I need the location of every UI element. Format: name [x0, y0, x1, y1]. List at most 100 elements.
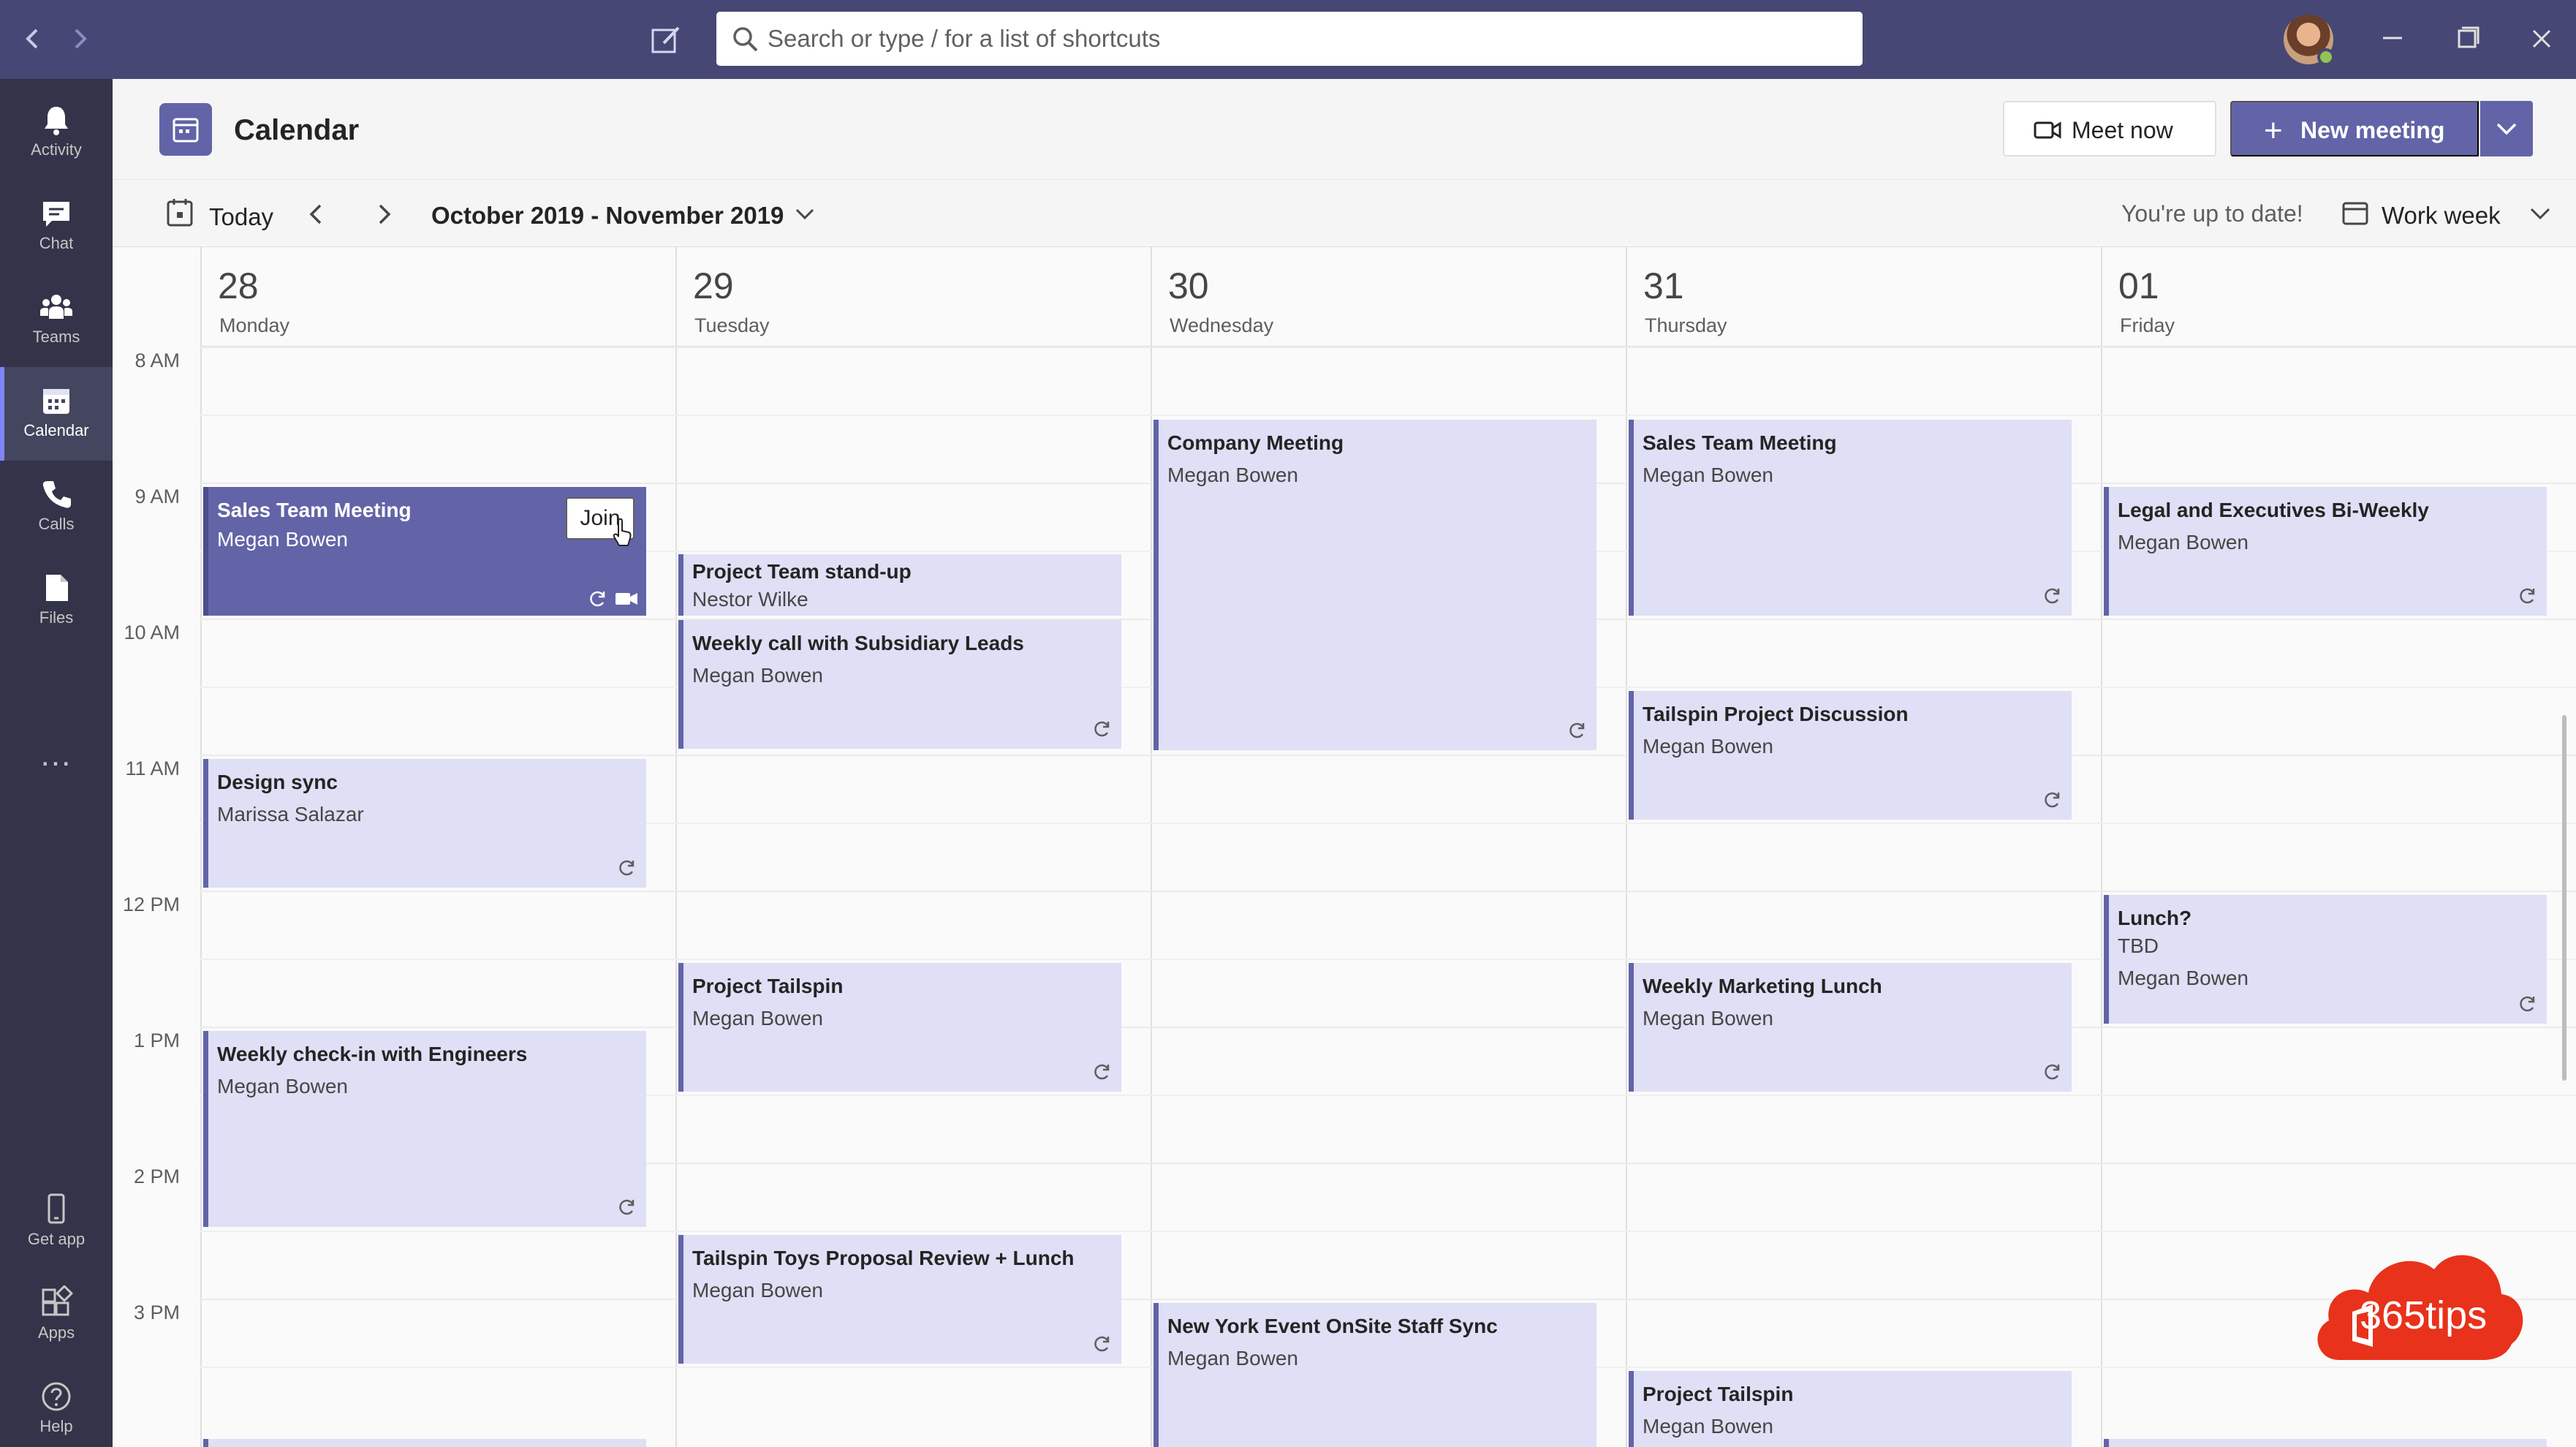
event-organizer: Marissa Salazar: [217, 803, 364, 825]
time-label: 8 AM: [135, 350, 180, 371]
event-project-tailspin-thursday[interactable]: Project Tailspin Megan Bowen: [1629, 1371, 2072, 1447]
day-number: 30: [1168, 265, 1209, 306]
rail-item-apps[interactable]: Apps: [0, 1269, 113, 1363]
calendar-view-icon: [2342, 202, 2368, 225]
teams-icon: [40, 295, 72, 319]
maximize-icon[interactable]: [2441, 16, 2493, 63]
event-partial[interactable]: [203, 1439, 646, 1447]
close-icon[interactable]: [2516, 16, 2567, 63]
rail-item-activity[interactable]: Activity: [0, 86, 113, 180]
view-selector[interactable]: Work week: [2341, 196, 2553, 233]
avatar[interactable]: [2284, 15, 2335, 66]
rail-item-calls[interactable]: Calls: [0, 461, 113, 554]
previous-week-icon[interactable]: [298, 196, 335, 233]
rail-item-chat[interactable]: Chat: [0, 180, 113, 273]
day-name: Tuesday: [694, 314, 770, 336]
event-organizer: Megan Bowen: [217, 1075, 349, 1097]
rail-item-help[interactable]: Help: [0, 1363, 113, 1447]
event-title: Tailspin Project Discussion: [1643, 703, 1909, 725]
event-partial[interactable]: [2104, 1439, 2547, 1447]
calendar-icon: [43, 389, 69, 414]
chevron-down-icon[interactable]: [792, 202, 817, 227]
event-new-york-onsite-staff-sync[interactable]: New York Event OnSite Staff Sync Megan B…: [1153, 1303, 1596, 1447]
event-title: Weekly call with Subsidiary Leads: [692, 632, 1024, 654]
search-box[interactable]: [716, 12, 1863, 66]
event-organizer: Nestor Wilke: [692, 588, 808, 611]
event-organizer: Megan Bowen: [692, 1279, 824, 1301]
today-label: Today: [209, 203, 274, 230]
time-label: 11 AM: [125, 757, 180, 779]
minimize-icon[interactable]: [2367, 16, 2418, 63]
event-weekly-call-subsidiary-leads[interactable]: Weekly call with Subsidiary Leads Megan …: [678, 620, 1121, 749]
event-design-sync[interactable]: Design sync Marissa Salazar: [203, 759, 646, 888]
event-location: TBD: [2118, 934, 2159, 957]
event-organizer: Megan Bowen: [1643, 1007, 1774, 1029]
event-sales-team-meeting[interactable]: Sales Team Meeting Megan Bowen Join: [203, 487, 646, 616]
column-divider: [200, 247, 202, 1447]
compose-icon[interactable]: [649, 23, 690, 57]
search-input[interactable]: [768, 19, 1827, 58]
day-header-monday: 28 Monday: [202, 247, 677, 347]
event-project-tailspin[interactable]: Project Tailspin Megan Bowen: [678, 963, 1121, 1092]
next-week-icon[interactable]: [365, 196, 402, 233]
rail-label: Calls: [38, 515, 75, 533]
hour-line: [200, 755, 2576, 756]
rail-item-get-app[interactable]: Get app: [0, 1176, 113, 1269]
event-legal-executives-biweekly[interactable]: Legal and Executives Bi-Weekly Megan Bow…: [2104, 487, 2547, 616]
event-title: Project Team stand-up: [692, 560, 912, 583]
event-title: Legal and Executives Bi-Weekly: [2118, 499, 2429, 521]
title-bar: [0, 0, 2576, 79]
calendar-toolbar: Today October 2019 - November 2019 You'r…: [113, 180, 2576, 247]
event-company-meeting[interactable]: Company Meeting Megan Bowen: [1153, 420, 1596, 750]
rail-label: Files: [39, 608, 74, 627]
rail-label: Activity: [31, 140, 82, 159]
recurring-icon: [1569, 722, 1585, 738]
new-meeting-button[interactable]: + New meeting: [2230, 101, 2479, 156]
event-organizer: Megan Bowen: [2118, 967, 2249, 989]
event-title: Tailspin Toys Proposal Review + Lunch: [692, 1247, 1075, 1269]
calendar-app-icon: [159, 103, 212, 156]
date-range-picker[interactable]: October 2019 - November 2019: [431, 202, 784, 230]
back-arrow-icon[interactable]: [15, 20, 51, 57]
hour-line: [200, 347, 2576, 348]
event-weekly-marketing-lunch[interactable]: Weekly Marketing Lunch Megan Bowen: [1629, 963, 2072, 1092]
event-project-team-standup[interactable]: Project Team stand-up Nestor Wilke: [678, 554, 1121, 616]
forward-arrow-icon[interactable]: [61, 20, 98, 57]
meet-now-button[interactable]: Meet now: [2003, 101, 2216, 156]
bell-icon: [45, 107, 68, 135]
event-title: Lunch?: [2118, 907, 2192, 929]
event-title: Weekly check-in with Engineers: [217, 1043, 528, 1065]
day-header-wednesday: 30 Wednesday: [1152, 247, 1627, 347]
event-weekly-check-in-engineers[interactable]: Weekly check-in with Engineers Megan Bow…: [203, 1031, 646, 1227]
event-tailspin-toys-proposal-review[interactable]: Tailspin Toys Proposal Review + Lunch Me…: [678, 1235, 1121, 1364]
time-label: 3 PM: [133, 1301, 180, 1323]
event-sales-team-meeting-thursday[interactable]: Sales Team Meeting Megan Bowen: [1629, 420, 2072, 616]
column-divider: [1626, 247, 1627, 1447]
more-apps-icon[interactable]: ...: [0, 737, 113, 788]
search-icon: [733, 27, 758, 52]
event-organizer: Megan Bowen: [1643, 464, 1774, 486]
sync-status: You're up to date!: [2121, 200, 2303, 227]
event-organizer: Megan Bowen: [2118, 531, 2249, 554]
chevron-down-icon: [2530, 208, 2550, 220]
event-tailspin-project-discussion[interactable]: Tailspin Project Discussion Megan Bowen: [1629, 691, 2072, 820]
rail-item-teams[interactable]: Teams: [0, 273, 113, 367]
time-label: 10 AM: [124, 622, 180, 643]
event-organizer: Megan Bowen: [217, 528, 349, 551]
day-header-tuesday: 29 Tuesday: [677, 247, 1152, 347]
help-icon: [42, 1382, 71, 1411]
hand-cursor-icon: [613, 518, 632, 546]
recurring-icon: [2520, 588, 2535, 604]
column-divider: [675, 247, 677, 1447]
hour-line: [200, 1027, 2576, 1028]
recurring-icon: [2520, 996, 2535, 1012]
rail-item-calendar[interactable]: Calendar: [0, 367, 113, 461]
plus-icon: +: [2264, 113, 2283, 148]
event-organizer: Megan Bowen: [692, 664, 824, 687]
vertical-scrollbar[interactable]: [2562, 715, 2566, 1081]
rail-item-files[interactable]: Files: [0, 554, 113, 648]
page-title: Calendar: [234, 114, 360, 146]
event-lunch[interactable]: Lunch? TBD Megan Bowen: [2104, 895, 2547, 1024]
rail-label: Chat: [39, 234, 74, 252]
new-meeting-dropdown[interactable]: [2480, 101, 2533, 156]
